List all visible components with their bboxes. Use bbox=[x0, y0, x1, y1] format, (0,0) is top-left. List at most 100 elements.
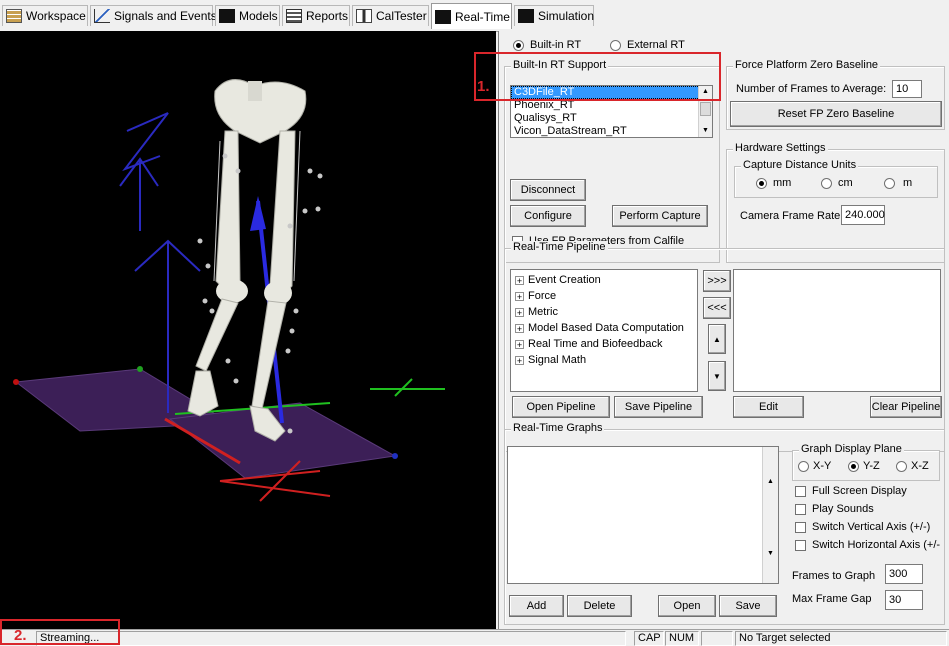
tab-signals-and-events[interactable]: Signals and Events bbox=[90, 5, 217, 26]
tree-item[interactable]: + Force bbox=[515, 288, 697, 304]
graph-display-plane-group: Graph Display Plane X-Y Y-Z X-Z bbox=[792, 443, 940, 481]
status-scrl bbox=[701, 631, 733, 646]
list-item[interactable]: Qualisys_RT bbox=[511, 112, 712, 125]
tree-item-label: Signal Math bbox=[528, 354, 587, 366]
clear-pipeline-button[interactable]: Clear Pipeline bbox=[870, 396, 942, 418]
skeleton-foot-left bbox=[187, 370, 219, 417]
skeleton-sacrum bbox=[248, 81, 262, 101]
plane-label: X-Z bbox=[911, 460, 929, 472]
tree-item[interactable]: + Real Time and Biofeedback bbox=[515, 336, 697, 352]
frames-to-graph-field[interactable]: 300 bbox=[885, 564, 923, 584]
expand-icon[interactable]: + bbox=[515, 307, 524, 317]
tab-label: Models bbox=[239, 9, 278, 23]
perform-capture-button[interactable]: Perform Capture bbox=[612, 205, 708, 227]
full-screen-label: Full Screen Display bbox=[812, 485, 907, 497]
full-screen-checkbox[interactable] bbox=[795, 486, 806, 497]
switch-vertical-label: Switch Vertical Axis (+/-) bbox=[812, 521, 931, 533]
tab-models[interactable]: Models bbox=[215, 5, 280, 26]
tree-item[interactable]: + Event Creation bbox=[515, 272, 697, 288]
external-rt-radio[interactable] bbox=[610, 40, 621, 51]
platform-corner-marker bbox=[392, 453, 398, 459]
tree-item-label: Event Creation bbox=[528, 274, 601, 286]
unit-mm-radio[interactable] bbox=[756, 178, 767, 189]
realtime-figure-icon bbox=[435, 9, 451, 24]
tab-label: Real-Time bbox=[455, 9, 510, 24]
edit-pipeline-button[interactable]: Edit bbox=[733, 396, 804, 418]
tab-real-time[interactable]: Real-Time bbox=[431, 3, 512, 29]
open-pipeline-button[interactable]: Open Pipeline bbox=[512, 396, 610, 418]
scroll-up-icon[interactable]: ▲ bbox=[763, 477, 778, 487]
delete-graph-button[interactable]: Delete bbox=[567, 595, 632, 617]
tree-item-label: Model Based Data Computation bbox=[528, 322, 684, 334]
active-pipeline-list[interactable] bbox=[733, 269, 941, 392]
scroll-down-icon[interactable]: ▼ bbox=[699, 126, 712, 136]
status-target: No Target selected bbox=[735, 631, 947, 646]
fp-zero-baseline-group: Force Platform Zero Baseline Number of F… bbox=[726, 59, 945, 130]
annotation-box-1 bbox=[474, 52, 721, 101]
add-graph-button[interactable]: Add bbox=[509, 595, 564, 617]
status-bar: Streaming... CAP NUM No Target selected bbox=[0, 629, 949, 646]
tree-item[interactable]: + Model Based Data Computation bbox=[515, 320, 697, 336]
save-pipeline-button[interactable]: Save Pipeline bbox=[614, 396, 703, 418]
expand-icon[interactable]: + bbox=[515, 275, 524, 285]
tab-label: Reports bbox=[306, 9, 349, 23]
tab-reports[interactable]: Reports bbox=[282, 5, 350, 26]
expand-icon[interactable]: + bbox=[515, 355, 524, 365]
switch-horizontal-checkbox[interactable] bbox=[795, 540, 806, 551]
unit-m-radio[interactable] bbox=[884, 178, 895, 189]
tab-workspace[interactable]: Workspace bbox=[2, 5, 88, 26]
tab-label: Workspace bbox=[26, 9, 86, 23]
pipeline-tree[interactable]: + Event Creation + Force + Metric + Model Ba… bbox=[510, 269, 698, 392]
configure-button[interactable]: Configure bbox=[510, 205, 586, 227]
tree-item-label: Real Time and Biofeedback bbox=[528, 338, 663, 350]
group-title: Capture Distance Units bbox=[741, 159, 859, 171]
tab-caltester[interactable]: CalTester bbox=[352, 5, 429, 26]
unit-label: m bbox=[903, 177, 913, 189]
scrollbar-thumb[interactable] bbox=[700, 102, 711, 116]
unit-cm-radio[interactable] bbox=[821, 178, 832, 189]
annotation-label-1: 1. bbox=[477, 78, 490, 95]
expand-icon[interactable]: + bbox=[515, 339, 524, 349]
reset-fp-zero-button[interactable]: Reset FP Zero Baseline bbox=[730, 101, 942, 127]
switch-vertical-checkbox[interactable] bbox=[795, 522, 806, 533]
arrow-down-icon: ▼ bbox=[713, 371, 721, 381]
plane-label: X-Y bbox=[813, 460, 832, 472]
group-title: Force Platform Zero Baseline bbox=[733, 59, 881, 71]
max-frame-gap-field[interactable]: 30 bbox=[885, 590, 923, 610]
force-vector-arrow bbox=[250, 196, 266, 231]
skeleton-tibia-left bbox=[195, 298, 239, 372]
skeleton-knee-left bbox=[216, 279, 248, 303]
settings-panel: Built-in RT External RT Built-In RT Supp… bbox=[498, 31, 949, 629]
play-sounds-checkbox[interactable] bbox=[795, 504, 806, 515]
expand-icon[interactable]: + bbox=[515, 291, 524, 301]
open-graph-button[interactable]: Open bbox=[658, 595, 716, 617]
camera-frame-rate-field[interactable]: 240.000 bbox=[841, 205, 885, 225]
3d-viewport[interactable] bbox=[0, 31, 496, 629]
add-to-pipeline-button[interactable]: >>> bbox=[703, 270, 731, 292]
plane-xz-radio[interactable] bbox=[896, 461, 907, 472]
workspace-grid-icon bbox=[6, 9, 22, 23]
move-down-button[interactable]: ▼ bbox=[708, 361, 726, 391]
arrow-up-icon: ▲ bbox=[713, 334, 721, 344]
expand-icon[interactable]: + bbox=[515, 323, 524, 333]
frames-to-average-field[interactable]: 10 bbox=[892, 80, 922, 98]
remove-from-pipeline-button[interactable]: <<< bbox=[703, 297, 731, 319]
disconnect-button[interactable]: Disconnect bbox=[510, 179, 586, 201]
axis-x-line bbox=[219, 480, 331, 497]
scroll-down-icon[interactable]: ▼ bbox=[763, 549, 778, 559]
graphs-list-scrollbar[interactable]: ▲ ▼ bbox=[762, 447, 778, 583]
builtin-rt-radio[interactable] bbox=[513, 40, 524, 51]
list-item[interactable]: Vicon_DataStream_RT bbox=[511, 125, 712, 137]
capture-distance-units-group: Capture Distance Units mm cm m bbox=[734, 159, 938, 198]
frames-to-graph-label: Frames to Graph bbox=[792, 570, 876, 582]
plane-yz-radio[interactable] bbox=[848, 461, 859, 472]
move-up-button[interactable]: ▲ bbox=[708, 324, 726, 354]
group-title: Real-Time Graphs bbox=[511, 422, 605, 434]
group-title: Graph Display Plane bbox=[799, 443, 904, 455]
save-graph-button[interactable]: Save bbox=[719, 595, 777, 617]
graphs-list[interactable]: ▲ ▼ bbox=[507, 446, 779, 584]
tree-item[interactable]: + Signal Math bbox=[515, 352, 697, 368]
tab-simulation[interactable]: Simulation bbox=[514, 5, 594, 26]
tree-item[interactable]: + Metric bbox=[515, 304, 697, 320]
plane-xy-radio[interactable] bbox=[798, 461, 809, 472]
